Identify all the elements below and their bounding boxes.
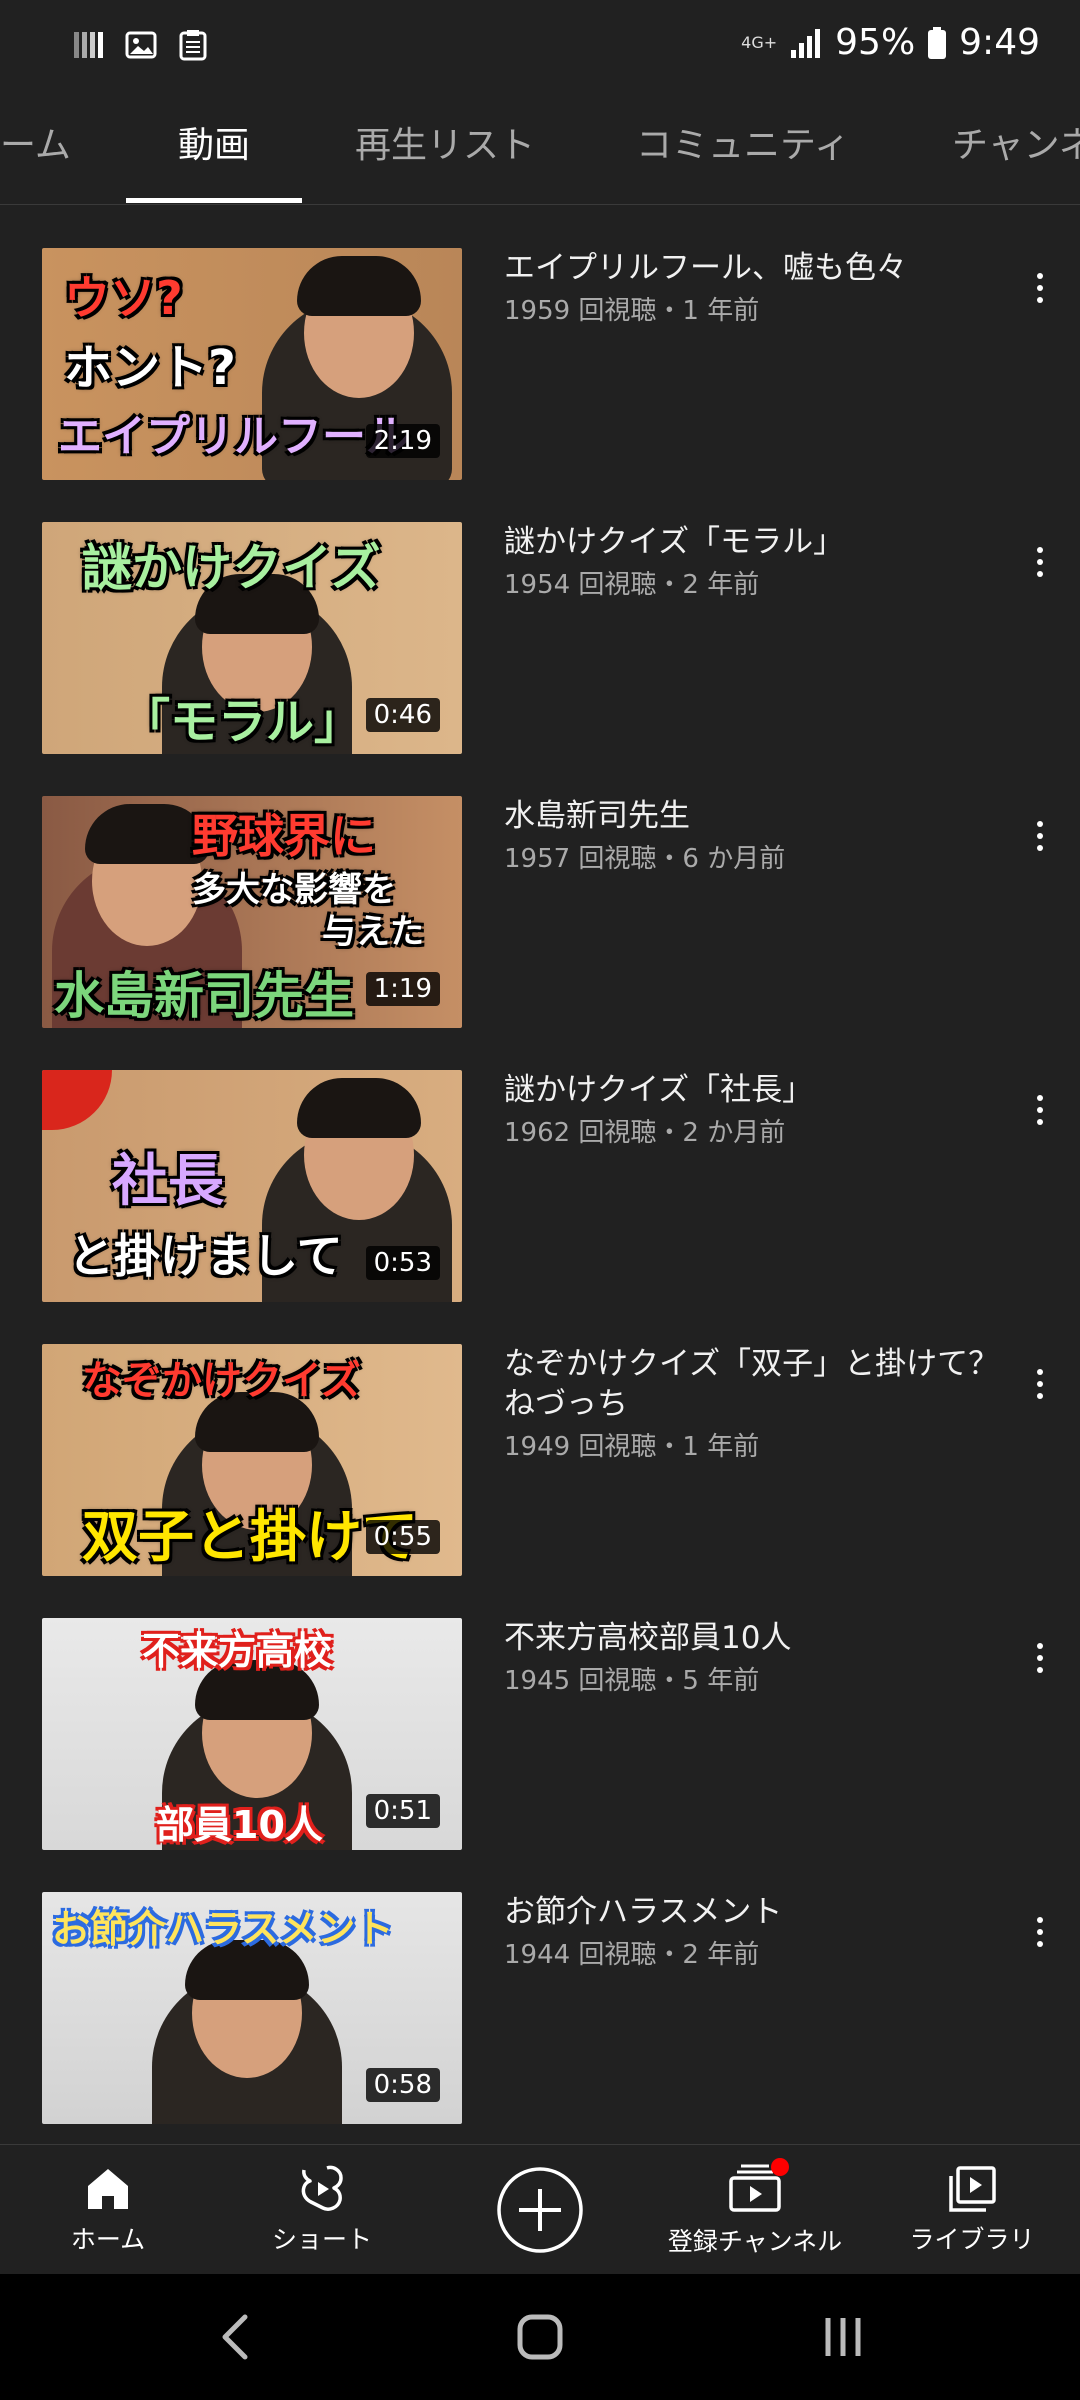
video-title[interactable]: エイプリルフール、嘘も色々 bbox=[504, 248, 1004, 288]
video-thumbnail[interactable]: 社長 と掛けまして 0:53 bbox=[42, 1070, 462, 1302]
video-meta: 1957 回視聴・6 か月前 bbox=[504, 844, 786, 874]
duration-badge: 2:19 bbox=[365, 424, 440, 458]
battery-percent: 95% bbox=[835, 22, 916, 63]
shorts-icon bbox=[301, 2165, 343, 2211]
tab-videos[interactable]: 動画 bbox=[178, 96, 250, 204]
library-icon bbox=[949, 2166, 996, 2212]
thumbnail-text: ホント? bbox=[64, 340, 236, 396]
nav-library[interactable]: ライブラリ bbox=[896, 2145, 1048, 2275]
active-tab-indicator bbox=[126, 198, 302, 203]
video-title[interactable]: 謎かけクイズ「社長」 bbox=[504, 1070, 1004, 1110]
nav-label: ライブラリ bbox=[909, 2225, 1035, 2254]
video-thumbnail[interactable]: お節介ハラスメント 0:58 bbox=[42, 1892, 462, 2124]
thumbnail-text: と掛けまして bbox=[68, 1229, 343, 1283]
thumbnail-text: エイプリルフール bbox=[58, 411, 410, 462]
back-button[interactable] bbox=[200, 2304, 270, 2370]
nav-label: ホーム bbox=[70, 2225, 146, 2254]
nav-shorts[interactable]: ショート bbox=[252, 2145, 392, 2275]
thumbnail-text: 与えた bbox=[322, 912, 424, 952]
video-meta: 1945 回視聴・5 年前 bbox=[504, 1666, 760, 1696]
channel-tabs: ーム 動画 再生リスト コミュニティ チャンネ bbox=[0, 96, 1080, 205]
video-meta: 1959 回視聴・1 年前 bbox=[504, 296, 760, 326]
nav-label: ショート bbox=[271, 2225, 372, 2254]
list-item[interactable]: お節介ハラスメント 0:58 お節介ハラスメント 1944 回視聴・2 年前 bbox=[0, 1892, 1080, 2144]
home-icon bbox=[88, 2169, 128, 2209]
thumbnail-text: 社長 bbox=[112, 1149, 224, 1214]
gallery-icon bbox=[125, 31, 157, 59]
tab-playlists[interactable]: 再生リスト bbox=[355, 96, 535, 204]
list-item[interactable]: 野球界に 多大な影響を 与えた 水島新司先生 1:19 水島新司先生 1957 … bbox=[0, 796, 1080, 1070]
video-meta: 1962 回視聴・2 か月前 bbox=[504, 1118, 786, 1148]
video-meta: 1949 回視聴・1 年前 bbox=[504, 1432, 760, 1462]
video-title[interactable]: なぞかけクイズ「双子」と掛けて？ねづっち bbox=[504, 1344, 1004, 1424]
duration-badge: 0:58 bbox=[365, 2068, 440, 2102]
video-title[interactable]: お節介ハラスメント bbox=[504, 1892, 1004, 1932]
video-title[interactable]: 不来方高校部員10人 bbox=[504, 1618, 1004, 1658]
notification-icons bbox=[72, 28, 210, 62]
more-options-icon[interactable] bbox=[1020, 1080, 1060, 1140]
nav-label: 登録チャンネル bbox=[667, 2227, 843, 2256]
duration-badge: 0:51 bbox=[365, 1794, 440, 1828]
list-item[interactable]: ウソ? ホント? エイプリルフール 2:19 エイプリルフール、嘘も色々 195… bbox=[0, 248, 1080, 522]
list-item[interactable]: 謎かけクイズ 「モラル」 0:46 謎かけクイズ「モラル」 1954 回視聴・2… bbox=[0, 522, 1080, 796]
thumbnail-text: ウソ? bbox=[64, 271, 183, 325]
notification-dot bbox=[771, 2158, 789, 2176]
video-title[interactable]: 水島新司先生 bbox=[504, 796, 1004, 836]
video-thumbnail[interactable]: 謎かけクイズ 「モラル」 0:46 bbox=[42, 522, 462, 754]
duration-badge: 0:53 bbox=[365, 1246, 440, 1280]
notification-bars-icon bbox=[74, 32, 103, 58]
more-options-icon[interactable] bbox=[1020, 1902, 1060, 1962]
bottom-navigation: ホーム ショート 登録チャンネル ライブラリ bbox=[0, 2144, 1080, 2275]
duration-badge: 1:19 bbox=[365, 972, 440, 1006]
status-right: 4G+ 95% 9:49 bbox=[741, 22, 1040, 63]
tab-home[interactable]: ーム bbox=[0, 96, 71, 204]
system-navigation-bar bbox=[0, 2274, 1080, 2400]
video-meta: 1944 回視聴・2 年前 bbox=[504, 1940, 760, 1970]
list-item[interactable]: 不来方高校 部員10人 0:51 不来方高校部員10人 1945 回視聴・5 年… bbox=[0, 1618, 1080, 1892]
signal-icon bbox=[791, 28, 821, 58]
list-item[interactable]: 社長 と掛けまして 0:53 謎かけクイズ「社長」 1962 回視聴・2 か月前 bbox=[0, 1070, 1080, 1344]
nav-subscriptions[interactable]: 登録チャンネル bbox=[650, 2145, 860, 2275]
video-thumbnail[interactable]: ウソ? ホント? エイプリルフール 2:19 bbox=[42, 248, 462, 480]
more-options-icon[interactable] bbox=[1020, 532, 1060, 592]
back-icon bbox=[222, 2314, 248, 2360]
video-meta: 1954 回視聴・2 年前 bbox=[504, 570, 760, 600]
more-options-icon[interactable] bbox=[1020, 806, 1060, 866]
recents-icon bbox=[825, 2318, 861, 2356]
network-type: 4G+ bbox=[741, 32, 778, 52]
home-square-icon bbox=[517, 2314, 563, 2360]
video-title[interactable]: 謎かけクイズ「モラル」 bbox=[504, 522, 1004, 562]
duration-badge: 0:46 bbox=[365, 698, 440, 732]
duration-badge: 0:55 bbox=[365, 1520, 440, 1554]
home-system-button[interactable] bbox=[505, 2304, 575, 2370]
thumbnail-text: 不来方高校 bbox=[142, 1629, 333, 1673]
thumbnail-text: なぞかけクイズ bbox=[82, 1358, 361, 1404]
battery-icon bbox=[928, 26, 947, 59]
tab-channels[interactable]: チャンネ bbox=[952, 96, 1080, 204]
video-thumbnail[interactable]: 野球界に 多大な影響を 与えた 水島新司先生 1:19 bbox=[42, 796, 462, 1028]
list-item[interactable]: なぞかけクイズ 双子と掛けて 0:55 なぞかけクイズ「双子」と掛けて？ねづっち… bbox=[0, 1344, 1080, 1618]
clock: 9:49 bbox=[959, 22, 1040, 63]
clipboard-icon bbox=[179, 30, 207, 61]
video-thumbnail[interactable]: 不来方高校 部員10人 0:51 bbox=[42, 1618, 462, 1850]
thumbnail-text: 部員10人 bbox=[156, 1803, 323, 1847]
thumbnail-text: 謎かけクイズ bbox=[82, 539, 381, 597]
video-thumbnail[interactable]: なぞかけクイズ 双子と掛けて 0:55 bbox=[42, 1344, 462, 1576]
more-options-icon[interactable] bbox=[1020, 258, 1060, 318]
thumbnail-text: お節介ハラスメント bbox=[52, 1907, 394, 1951]
more-options-icon[interactable] bbox=[1020, 1354, 1060, 1414]
nav-create[interactable] bbox=[480, 2145, 600, 2275]
recents-button[interactable] bbox=[808, 2304, 878, 2370]
tab-community[interactable]: コミュニティ bbox=[636, 96, 850, 204]
thumbnail-text: 「モラル」 bbox=[122, 694, 363, 750]
create-icon bbox=[497, 2167, 583, 2253]
thumbnail-text: 水島新司先生 bbox=[54, 967, 354, 1025]
status-bar: 4G+ 95% 9:49 bbox=[0, 0, 1080, 96]
more-options-icon[interactable] bbox=[1020, 1628, 1060, 1688]
video-list: ウソ? ホント? エイプリルフール 2:19 エイプリルフール、嘘も色々 195… bbox=[0, 204, 1080, 2144]
nav-home[interactable]: ホーム bbox=[38, 2145, 178, 2275]
thumbnail-text: 野球界に bbox=[192, 809, 376, 863]
